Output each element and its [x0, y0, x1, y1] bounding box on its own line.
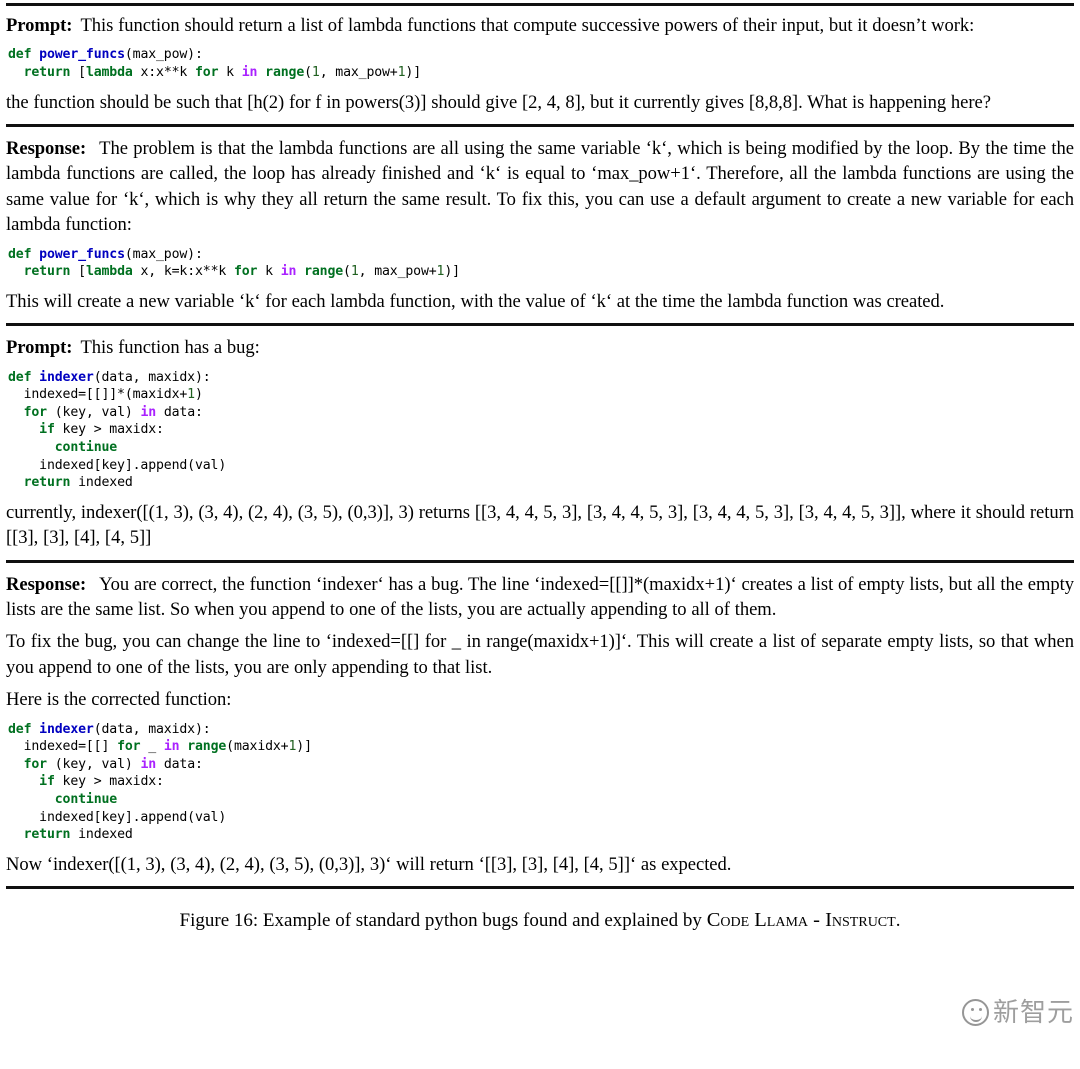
response-1-paragraph-1: Response: The problem is that the lambda … — [6, 136, 1074, 238]
figure-caption: Figure 16: Example of standard python bu… — [6, 907, 1074, 934]
prompt-1-intro-text: This function should return a list of la… — [80, 15, 975, 36]
wechat-face-icon — [961, 999, 989, 1026]
code-block-buggy-power-funcs: def power_funcs(max_pow): return [lambda… — [8, 47, 421, 80]
prompt-label: Prompt: — [6, 15, 73, 36]
response-label-2: Response: — [6, 573, 87, 595]
response-2-text-1: You are correct, the function ‘indexer‘ … — [6, 573, 1074, 620]
response-1-paragraph-2: This will create a new variable ‘k‘ for … — [6, 290, 945, 312]
section-rule-3 — [6, 559, 1074, 563]
response-2-paragraph-1: Response: You are correct, the function ‘… — [6, 572, 1074, 623]
code-block-fixed-indexer: def indexer(data, maxidx): indexed=[[] f… — [8, 721, 312, 843]
section-rule-2 — [6, 323, 1074, 327]
response-2-paragraph-4: Now ‘indexer([(1, 3), (3, 4), (2, 4), (3… — [6, 853, 732, 875]
bottom-rule — [6, 886, 1074, 890]
prompt-2-intro-paragraph: Prompt: This function has a bug: — [6, 335, 1074, 360]
response-2-paragraph-3: Here is the corrected function: — [6, 689, 232, 711]
figure-page: Prompt: This function should return a lis… — [0, 3, 1080, 1069]
watermark: 新智元 — [961, 997, 1074, 1028]
code-block-fixed-power-funcs: def power_funcs(max_pow): return [lambda… — [8, 246, 460, 280]
response-2-paragraph-2: To fix the bug, you can change the line … — [6, 631, 1074, 678]
figure-caption-prefix: Figure 16: Example of standard python bu… — [179, 910, 707, 932]
section-rule-1 — [6, 124, 1074, 127]
watermark-text: 新智元 — [992, 997, 1074, 1028]
prompt-2-intro-text: This function has a bug: — [80, 337, 260, 359]
top-rule — [6, 3, 1074, 6]
prompt-2-followup-paragraph: currently, indexer([(1, 3), (3, 4), (2, … — [6, 501, 1074, 549]
response-label: Response: — [6, 138, 87, 159]
prompt-label-2: Prompt: — [6, 337, 73, 359]
prompt-1-intro-paragraph: Prompt: This function should return a lis… — [6, 13, 1074, 38]
figure-caption-suffix: . — [895, 910, 901, 932]
prompt-1-followup-paragraph: the function should be such that [h(2) f… — [6, 91, 991, 113]
response-1-text-1: The problem is that the lambda functions… — [6, 138, 1074, 236]
figure-caption-model-name: Code Llama - Instruct — [706, 909, 896, 932]
code-block-buggy-indexer: def indexer(data, maxidx): indexed=[[]]*… — [8, 369, 227, 491]
